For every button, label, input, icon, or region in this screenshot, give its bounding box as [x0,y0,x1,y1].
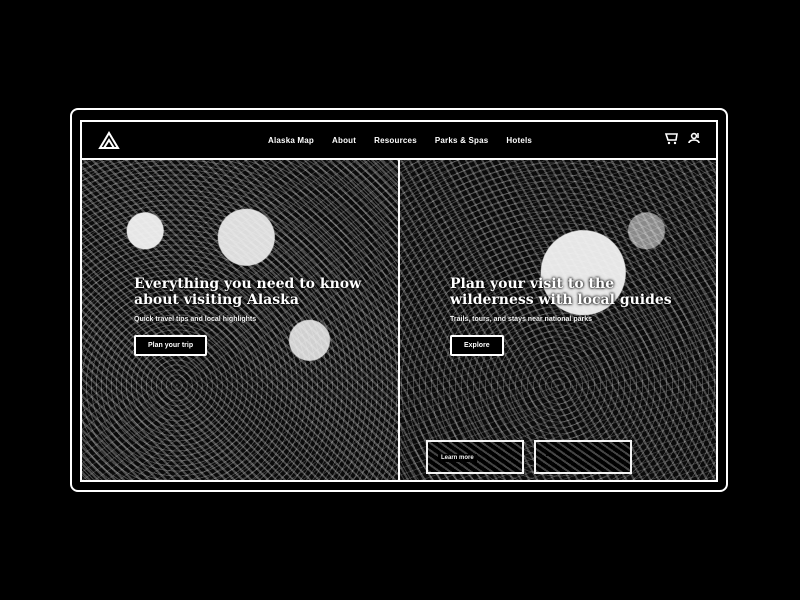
hero-cta-left-button[interactable]: Plan your trip [134,335,208,356]
nav-item-about[interactable]: About [332,136,356,145]
main-nav: Alaska Map About Resources Parks & Spas … [268,122,532,158]
hero-headline-left: Everything you need to know about visiti… [134,276,362,308]
cart-icon[interactable] [664,130,680,146]
hero-copy-right: Plan your visit to the wilderness with l… [450,276,680,356]
hero-cta-right-button[interactable]: Explore [450,335,504,356]
nav-item-alaska-map[interactable]: Alaska Map [268,136,314,145]
nav-item-resources[interactable]: Resources [374,136,417,145]
profile-icon[interactable] [686,130,702,146]
hero-panel-left: Everything you need to know about visiti… [82,160,400,480]
mountain-logo-icon[interactable] [96,128,122,154]
nav-item-parks-spas[interactable]: Parks & Spas [435,136,489,145]
bottom-tiles: Learn more [426,440,632,474]
nav-item-hotels[interactable]: Hotels [506,136,532,145]
website-screen: Alaska Map About Resources Parks & Spas … [80,120,718,482]
header-icons [664,130,702,146]
tile-secondary[interactable] [534,440,632,474]
hero-panel-right: Plan your visit to the wilderness with l… [400,160,716,480]
top-navigation-bar: Alaska Map About Resources Parks & Spas … [82,122,716,160]
tile-label: Learn more [438,454,477,462]
hero-subhead-right: Trails, tours, and stays near national p… [450,316,592,323]
tile-label [546,454,552,456]
hero-subhead-left: Quick travel tips and local highlights [134,316,257,323]
tile-learn-more[interactable]: Learn more [426,440,524,474]
hero-headline-right: Plan your visit to the wilderness with l… [450,276,672,308]
hero-copy-left: Everything you need to know about visiti… [134,276,364,356]
hero-panels: Everything you need to know about visiti… [82,160,716,480]
